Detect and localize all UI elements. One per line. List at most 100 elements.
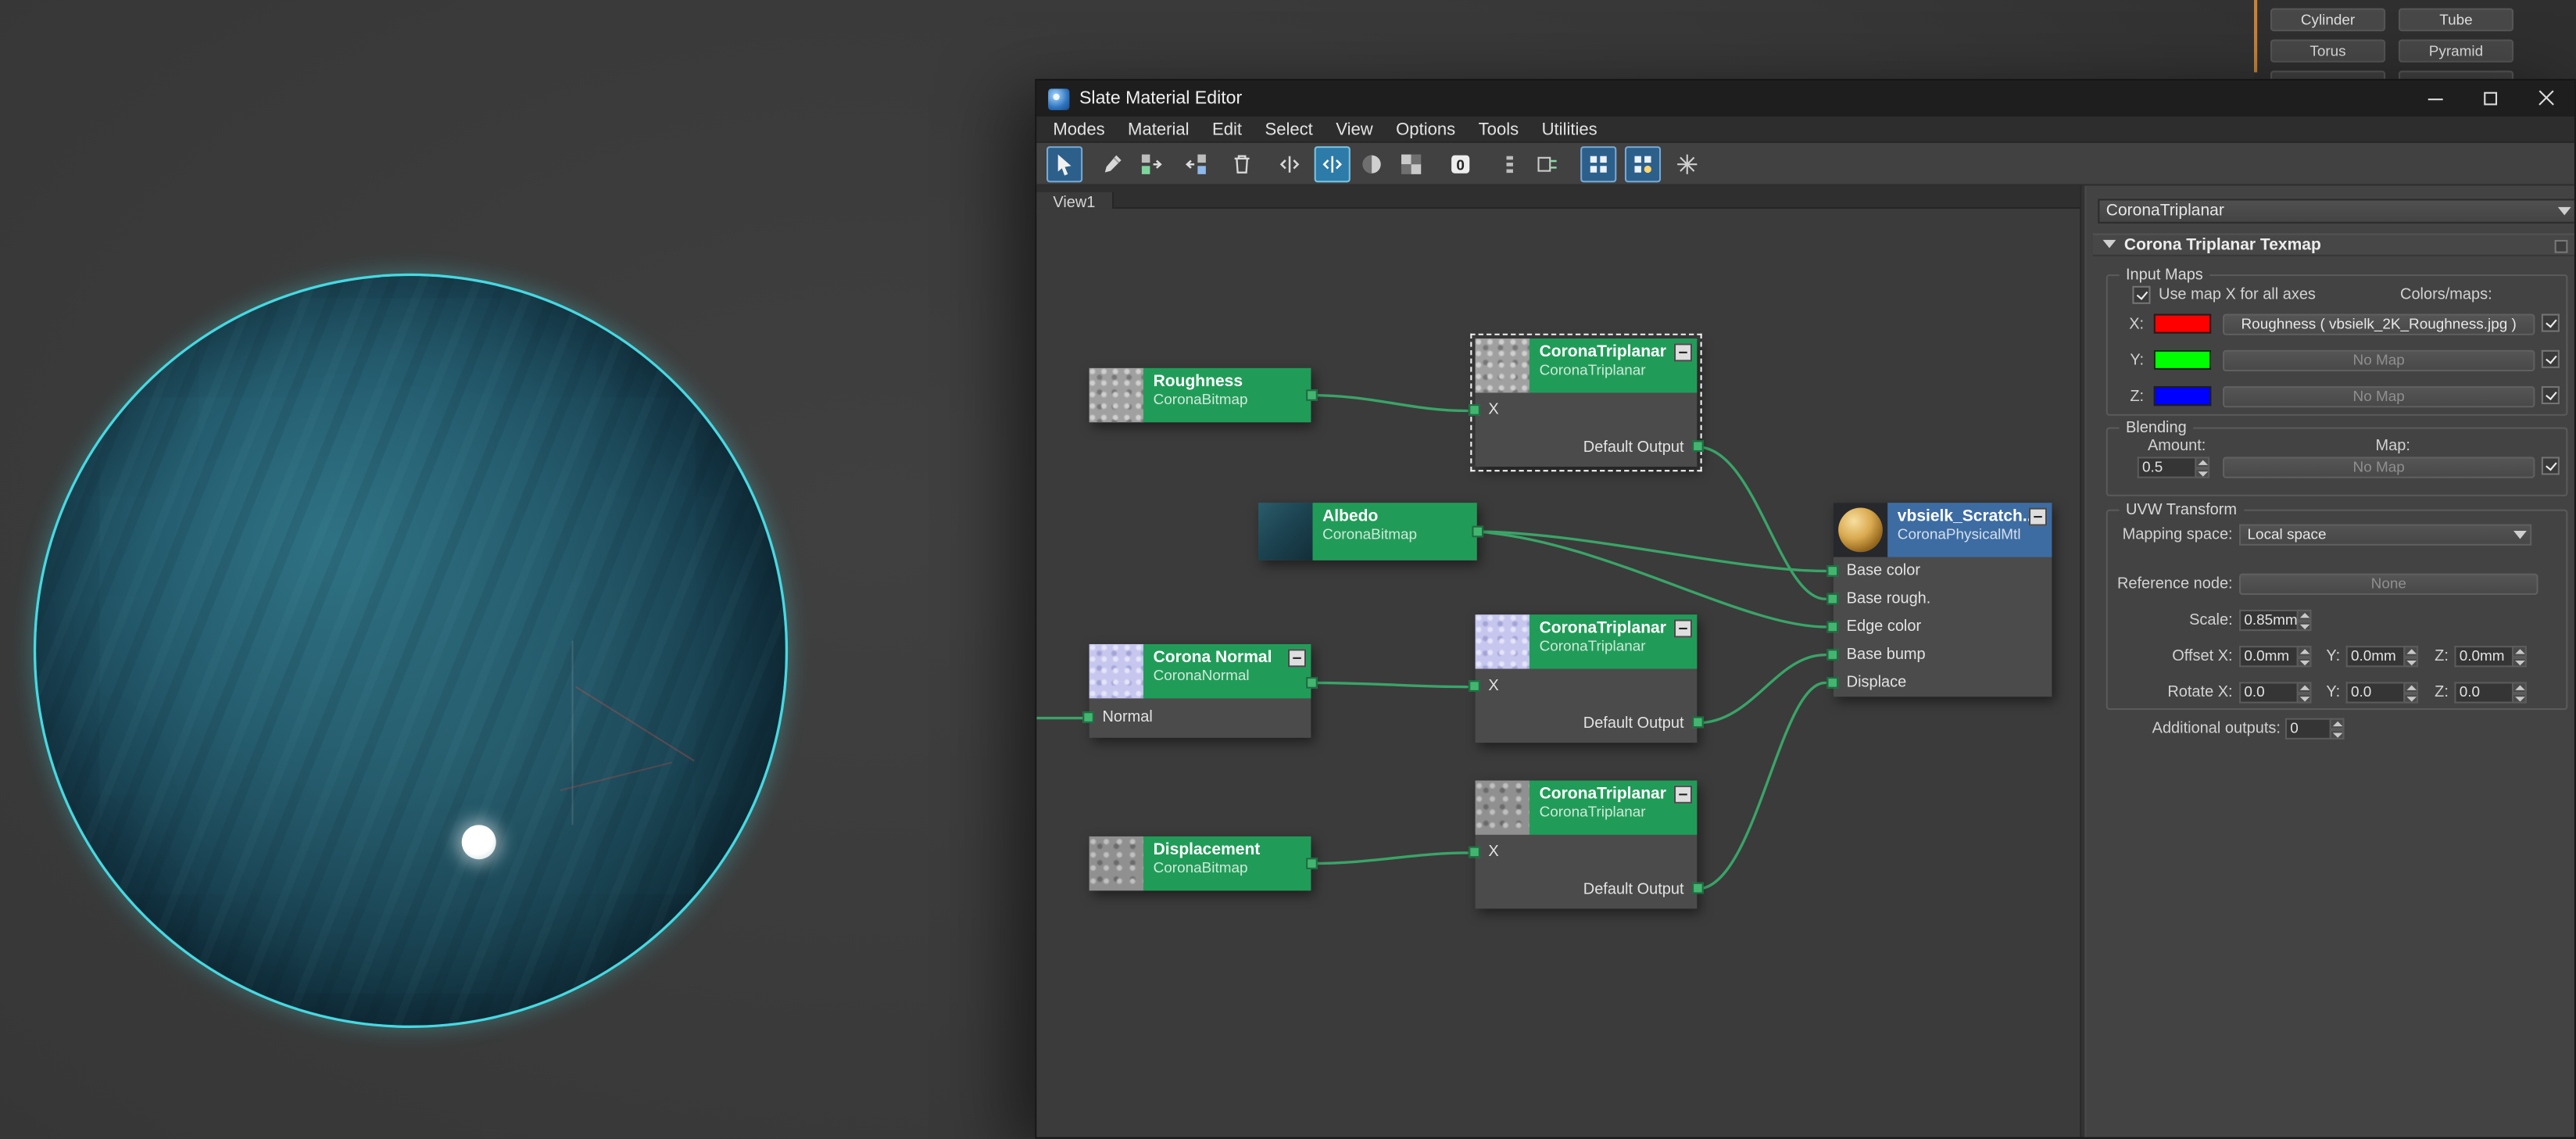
collapse-node-button[interactable] [1288, 649, 1306, 667]
map-enable-checkbox-x[interactable] [2542, 313, 2560, 331]
maximize-button[interactable] [2463, 81, 2518, 116]
color-swatch-y[interactable] [2154, 350, 2212, 370]
menu-modes[interactable]: Modes [1042, 117, 1117, 140]
output-socket[interactable] [1306, 389, 1318, 401]
rotate-y-spinner[interactable]: 0.0 [2346, 682, 2418, 703]
spinner-down-icon[interactable] [2195, 467, 2209, 478]
input-socket-base-rough[interactable] [1826, 593, 1838, 605]
spinner-down-icon[interactable] [2297, 657, 2312, 668]
additional-outputs-spinner[interactable]: 0 [2285, 718, 2345, 740]
collapse-node-button[interactable] [1674, 619, 1692, 637]
map-enable-checkbox-y[interactable] [2542, 350, 2560, 368]
create-panel-button-partial[interactable] [2399, 70, 2513, 79]
color-swatch-z[interactable] [2154, 386, 2212, 406]
node-roughness[interactable]: Roughness CoronaBitmap [1089, 368, 1311, 422]
input-socket[interactable] [1469, 680, 1480, 692]
close-button[interactable] [2518, 81, 2574, 116]
rotate-x-spinner[interactable]: 0.0 [2239, 682, 2311, 703]
blend-map-button[interactable]: No Map [2223, 457, 2535, 478]
map-enable-checkbox-z[interactable] [2542, 386, 2560, 404]
map-button-z[interactable]: No Map [2223, 386, 2535, 407]
node-physical-material[interactable]: vbsielk_Scratch... CoronaPhysicalMtl Bas… [1834, 503, 2052, 697]
create-pyramid-button[interactable]: Pyramid [2399, 39, 2513, 62]
offset-x-spinner[interactable]: 0.0mm [2239, 646, 2311, 667]
spinner-down-icon[interactable] [2512, 657, 2527, 668]
reference-node-button[interactable]: None [2239, 574, 2538, 595]
rollout-header[interactable]: Corona Triplanar Texmap [2093, 233, 2574, 256]
spinner-down-icon[interactable] [2512, 693, 2527, 704]
input-socket-base-bump[interactable] [1826, 649, 1838, 661]
blend-map-checkbox[interactable] [2542, 457, 2560, 475]
collapse-node-button[interactable] [1674, 786, 1692, 804]
output-socket[interactable] [1692, 440, 1704, 452]
output-socket[interactable] [1472, 526, 1483, 538]
offset-y-spinner[interactable]: 0.0mm [2346, 646, 2418, 667]
move-children-button[interactable] [1272, 146, 1308, 182]
offset-z-spinner[interactable]: 0.0mm [2454, 646, 2526, 667]
collapse-node-button[interactable] [1674, 343, 1692, 361]
map-button-y[interactable]: No Map [2223, 350, 2535, 371]
minimize-button[interactable] [2406, 81, 2462, 116]
input-socket-base-color[interactable] [1826, 565, 1838, 577]
collapse-node-button[interactable] [2029, 508, 2047, 526]
node-corona-normal[interactable]: Corona Normal CoronaNormal Normal [1089, 644, 1311, 738]
spinner-up-icon[interactable] [2512, 646, 2527, 657]
mapping-space-dropdown[interactable]: Local space [2239, 525, 2531, 546]
create-panel-button-partial[interactable] [2270, 70, 2385, 79]
material-id-button[interactable] [1669, 146, 1705, 182]
pick-material-button[interactable] [1094, 146, 1130, 182]
zero-output-button[interactable]: 0 [1443, 146, 1479, 182]
output-socket[interactable] [1692, 716, 1704, 728]
menu-edit[interactable]: Edit [1200, 117, 1253, 140]
output-socket[interactable] [1306, 858, 1318, 869]
map-button-x[interactable]: Roughness ( vbsielk_2K_Roughness.jpg ) [2223, 313, 2535, 335]
node-selector-dropdown[interactable]: CoronaTriplanar [2098, 199, 2574, 224]
spinner-up-icon[interactable] [2512, 682, 2527, 693]
spinner-up-icon[interactable] [2330, 718, 2345, 729]
spinner-down-icon[interactable] [2297, 621, 2312, 632]
assign-material-button[interactable] [1133, 146, 1169, 182]
title-bar[interactable]: Slate Material Editor [1036, 81, 2574, 116]
node-triplanar-mid[interactable]: CoronaTriplanar CoronaTriplanar X Defaul… [1476, 614, 1698, 743]
output-socket[interactable] [1306, 677, 1318, 689]
color-swatch-x[interactable] [2154, 313, 2212, 333]
node-triplanar-bottom[interactable]: CoronaTriplanar CoronaTriplanar X Defaul… [1476, 780, 1698, 908]
move-children-active-button[interactable] [1315, 146, 1351, 182]
output-socket[interactable] [1692, 883, 1704, 894]
show-transparency-button[interactable] [1393, 146, 1429, 182]
create-cylinder-button[interactable]: Cylinder [2270, 9, 2385, 31]
menu-utilities[interactable]: Utilities [1530, 117, 1609, 140]
scale-spinner[interactable]: 0.85mm [2239, 610, 2311, 631]
put-material-button[interactable] [1178, 146, 1214, 182]
spinner-up-icon[interactable] [2297, 682, 2312, 693]
node-graph-view[interactable]: Roughness CoronaBitmap CoronaTriplanar [1036, 209, 2080, 1137]
input-socket-displace[interactable] [1826, 677, 1838, 689]
node-triplanar-top[interactable]: CoronaTriplanar CoronaTriplanar X Defaul… [1476, 338, 1698, 467]
input-socket-edge-color[interactable] [1826, 621, 1838, 633]
node-displacement[interactable]: Displacement CoronaBitmap [1089, 836, 1311, 890]
node-preview-button[interactable] [1530, 146, 1565, 182]
layout-all-button[interactable] [1580, 146, 1616, 182]
menu-select[interactable]: Select [1254, 117, 1325, 140]
spinner-up-icon[interactable] [2297, 610, 2312, 621]
input-socket[interactable] [1082, 711, 1094, 723]
menu-view[interactable]: View [1325, 117, 1385, 140]
input-socket[interactable] [1469, 847, 1480, 858]
spinner-down-icon[interactable] [2403, 693, 2418, 704]
amount-spinner[interactable]: 0.5 [2138, 457, 2209, 478]
menu-tools[interactable]: Tools [1467, 117, 1530, 140]
panel-splitter[interactable] [2080, 186, 2086, 1137]
create-torus-button[interactable]: Torus [2270, 39, 2385, 62]
create-tube-button[interactable]: Tube [2399, 9, 2513, 31]
hide-unused-slots-button[interactable] [1492, 146, 1528, 182]
delete-selected-button[interactable] [1224, 146, 1260, 182]
spinner-down-icon[interactable] [2297, 693, 2312, 704]
layout-children-button[interactable] [1625, 146, 1661, 182]
node-albedo[interactable]: Albedo CoronaBitmap [1258, 503, 1477, 561]
spinner-up-icon[interactable] [2403, 646, 2418, 657]
rotate-z-spinner[interactable]: 0.0 [2454, 682, 2526, 703]
menu-options[interactable]: Options [1384, 117, 1466, 140]
spinner-up-icon[interactable] [2195, 457, 2209, 467]
use-map-x-checkbox[interactable] [2132, 286, 2150, 304]
spinner-down-icon[interactable] [2330, 729, 2345, 740]
